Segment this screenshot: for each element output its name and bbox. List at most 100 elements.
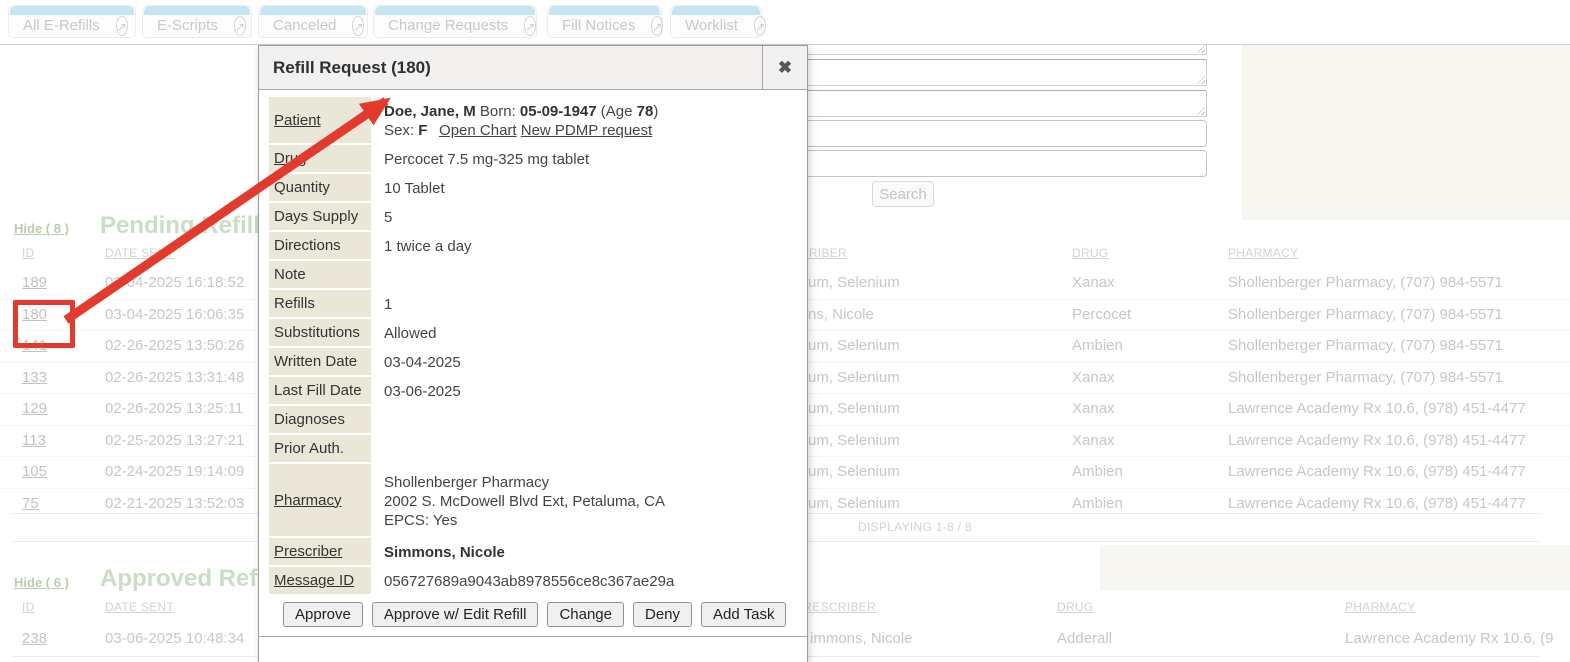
open-in-new-circle-icon[interactable]: ↗ [234, 16, 246, 36]
field-label: Quantity [269, 174, 371, 201]
cell-date: 02-26-2025 13:25:11 [105, 394, 243, 425]
modal-row-written-date: Written Date03-04-2025 [259, 348, 807, 377]
column-header-pharmacy[interactable]: PHARMACY [1228, 246, 1298, 260]
open-in-new-circle-icon[interactable]: ↗ [754, 16, 766, 36]
field-label: Days Supply [269, 203, 371, 230]
field-label[interactable]: Prescriber [269, 538, 371, 565]
open-in-new-circle-icon[interactable]: ↗ [524, 16, 536, 36]
background-panel [1100, 545, 1570, 590]
open-in-new-circle-icon[interactable]: ↗ [352, 16, 364, 36]
column-header-date-sent[interactable]: DATE SENT [105, 600, 174, 614]
pending-hide-link[interactable]: Hide ( 8 ) [14, 221, 69, 236]
modal-row-days-supply: Days Supply 5 [259, 203, 807, 232]
cell-id[interactable]: 113 [22, 426, 46, 457]
open-in-new-circle-icon[interactable]: ↗ [116, 16, 128, 36]
column-header-id[interactable]: ID [22, 600, 35, 614]
cell-id[interactable]: 129 [22, 394, 47, 425]
resize-grip-icon[interactable] [1196, 75, 1205, 84]
tab-fill-notices[interactable]: Fill Notices↗ [547, 5, 662, 38]
cell-drug: Xanax [1072, 268, 1115, 299]
tab-accent-bar [375, 6, 535, 15]
resize-grip-icon[interactable] [1196, 106, 1205, 115]
modal-row-message-id: Message ID 056727689a9043ab8978556ce8c367… [259, 567, 807, 596]
modal-row-note: Note [259, 261, 807, 290]
field-label: Written Date [269, 348, 371, 375]
cell-pharm: Shollenberger Pharmacy, (707) 984-5571 [1228, 268, 1503, 299]
background-panel [1242, 44, 1570, 220]
value-text: (Age [597, 103, 637, 120]
field-label[interactable]: Pharmacy [269, 464, 371, 536]
tab-label: Change Requests [388, 17, 508, 34]
cell-id[interactable]: 189 [22, 268, 47, 299]
tab-worklist[interactable]: Worklist↗ [670, 5, 762, 38]
cell-pharm: Shollenberger Pharmacy, (707) 984-5571 [1228, 363, 1503, 394]
highlight-box-annotation [13, 300, 75, 348]
column-header-id[interactable]: ID [22, 246, 35, 260]
value-text: 1 twice a day [384, 238, 472, 255]
search-button[interactable]: Search [872, 181, 934, 207]
new-pdmp-request-link[interactable]: New PDMP request [521, 122, 652, 139]
cell-drug: Ambien [1072, 457, 1123, 488]
resize-grip-icon[interactable] [1196, 44, 1205, 53]
tab-accent-bar [260, 6, 366, 15]
value-text: 1 [384, 296, 392, 313]
field-label[interactable]: Message ID [269, 567, 371, 594]
cell-drug: Xanax [1072, 394, 1115, 425]
deny-button[interactable]: Deny [633, 602, 692, 627]
value-text: 03-06-2025 [384, 383, 461, 400]
approve-w-edit-refill-button[interactable]: Approve w/ Edit Refill [372, 602, 539, 627]
field-value: 1 [384, 295, 392, 314]
column-header-drug[interactable]: DRUG [1072, 246, 1109, 260]
cell-presc: um, Selenium [808, 363, 900, 394]
field-value: Allowed [384, 324, 437, 343]
value-text [427, 122, 439, 139]
modal-body: Patient Doe, Jane, M Born: 05-09-1947 (Ag… [259, 97, 807, 596]
field-label[interactable]: Drug [269, 145, 371, 172]
column-header-pharmacy[interactable]: PHARMACY [1345, 600, 1415, 614]
cell-date: 02-26-2025 13:31:48 [105, 363, 244, 394]
cell-id[interactable]: 238 [22, 624, 47, 655]
value-text: 5 [384, 209, 392, 226]
cell-presc: um, Selenium [808, 489, 900, 520]
field-value: Shollenberger Pharmacy2002 S. McDowell B… [384, 473, 665, 530]
field-label: Note [269, 261, 371, 288]
tab-e-scripts[interactable]: E-Scripts↗ [142, 5, 252, 38]
tab-label: Canceled [273, 17, 336, 34]
add-task-button[interactable]: Add Task [701, 602, 786, 627]
tab-canceled[interactable]: Canceled ↗ [258, 5, 368, 38]
modal-row-last-fill-date: Last Fill Date03-06-2025 [259, 377, 807, 406]
close-icon[interactable]: ✖ [762, 46, 807, 89]
field-label[interactable]: Patient [269, 97, 371, 143]
column-header-drug[interactable]: DRUG [1057, 600, 1094, 614]
value-text: 056727689a9043ab8978556ce8c367ae29a [384, 573, 674, 590]
value-text: F [418, 122, 427, 139]
cell-id[interactable]: 105 [22, 457, 47, 488]
field-value: 056727689a9043ab8978556ce8c367ae29a [384, 572, 674, 591]
open-in-new-circle-icon[interactable]: ↗ [651, 16, 663, 36]
cell-pharm: Lawrence Academy Rx 10.6, (978) 451-4477 [1228, 457, 1526, 488]
value-text: Born: [476, 103, 520, 120]
column-header-date-sent[interactable]: DATE SENT [105, 246, 174, 260]
cell-pharm: Lawrence Academy Rx 10.6, (978) 451-4477 [1228, 394, 1526, 425]
modal-row-patient: Patient Doe, Jane, M Born: 05-09-1947 (Ag… [259, 97, 807, 145]
field-value: 5 [384, 208, 392, 227]
value-text: EPCS: Yes [384, 512, 457, 529]
approved-hide-link[interactable]: Hide ( 6 ) [14, 575, 69, 590]
cell-id[interactable]: 133 [22, 363, 47, 394]
divider [259, 636, 807, 637]
cell-date: 02-24-2025 19:14:09 [105, 457, 244, 488]
approve-button[interactable]: Approve [283, 602, 363, 627]
open-chart-link[interactable]: Open Chart [439, 122, 517, 139]
field-value: Doe, Jane, M Born: 05-09-1947 (Age 78)Se… [384, 102, 658, 140]
tab-accent-bar [144, 6, 250, 15]
cell-date: 02-21-2025 13:52:03 [105, 489, 244, 520]
cell-id[interactable]: 75 [22, 489, 39, 520]
tab-all-e-refills[interactable]: All E-Refills↗ [8, 5, 136, 38]
field-value: 1 twice a day [384, 237, 472, 256]
modal-row-prior-auth-: Prior Auth. [259, 435, 807, 464]
tab-change-requests[interactable]: Change Requests ↗ [373, 5, 537, 38]
tab-accent-bar [672, 6, 760, 15]
change-button[interactable]: Change [547, 602, 624, 627]
value-text: Doe, Jane, M [384, 103, 476, 120]
modal-title: Refill Request (180) [273, 58, 762, 78]
